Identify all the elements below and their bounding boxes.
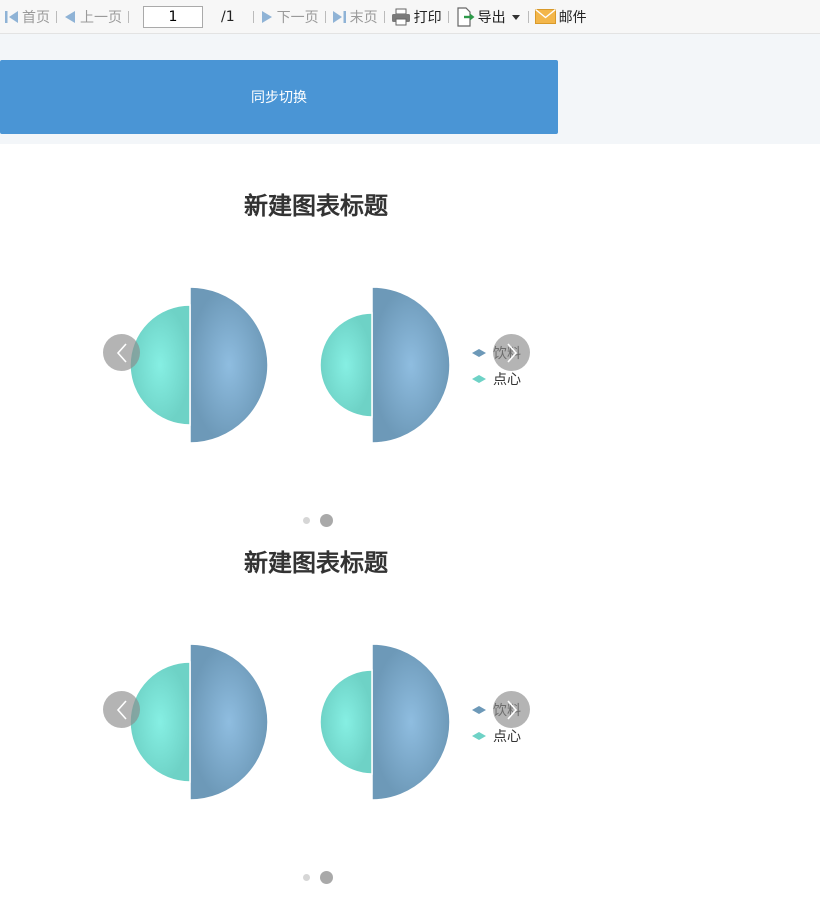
mail-icon <box>534 9 556 24</box>
chevron-left-icon <box>116 699 127 720</box>
prev-page-icon <box>65 10 75 23</box>
export-label: 导出 <box>477 9 506 26</box>
legend-marker <box>472 375 486 383</box>
legend-marker <box>472 706 486 714</box>
export-button[interactable]: 导出 <box>455 0 522 33</box>
carousel-next-button[interactable] <box>493 334 530 371</box>
carousel-pagination <box>303 871 333 884</box>
next-page-label: 下一页 <box>276 9 319 26</box>
toolbar-divider <box>128 10 129 23</box>
export-icon <box>457 6 475 27</box>
legend-marker <box>472 349 486 357</box>
pie-slice-snack[interactable] <box>319 669 373 775</box>
chevron-down-icon <box>511 14 520 20</box>
next-page-button[interactable]: 下一页 <box>260 0 319 33</box>
toolbar-divider <box>324 10 326 23</box>
pie-slice-snack[interactable] <box>129 661 191 783</box>
carousel-prev-button[interactable] <box>103 691 140 728</box>
chevron-right-icon <box>506 342 517 363</box>
pie-slice-snack[interactable] <box>129 304 191 426</box>
last-page-button[interactable]: 末页 <box>332 0 378 33</box>
first-page-icon <box>5 10 18 23</box>
pie-slice-snack[interactable] <box>319 312 373 418</box>
prev-page-button[interactable]: 上一页 <box>63 0 122 33</box>
chevron-right-icon <box>506 699 517 720</box>
report-toolbar: 首页 上一页 /1 下一页 末页 打印 导出 邮件 <box>0 0 820 34</box>
carousel-prev-button[interactable] <box>103 334 140 371</box>
pie-slice-drink[interactable] <box>371 286 451 444</box>
rose-chart <box>129 643 451 801</box>
toolbar-divider <box>527 10 529 23</box>
print-label: 打印 <box>413 9 442 26</box>
pagination-dot-active[interactable] <box>320 871 333 884</box>
first-page-label: 首页 <box>22 9 50 26</box>
pie-slice-drink[interactable] <box>371 643 451 801</box>
pagination-dot[interactable] <box>303 874 310 881</box>
page-number-input[interactable] <box>143 5 203 28</box>
chart-panel: 新建图表标题 饮料 点心 <box>0 543 640 899</box>
carousel-next-button[interactable] <box>493 691 530 728</box>
chart-panel: 新建图表标题 饮料 点心 <box>0 186 640 542</box>
printer-icon <box>391 8 410 25</box>
next-page-icon <box>261 10 272 23</box>
mail-label: 邮件 <box>558 9 587 26</box>
toolbar-divider <box>447 10 449 23</box>
first-page-button[interactable]: 首页 <box>4 0 50 33</box>
sync-switch-button[interactable]: 同步切换 <box>0 60 558 134</box>
carousel-pagination <box>303 514 333 527</box>
mail-button[interactable]: 邮件 <box>534 0 587 33</box>
rose-chart <box>129 286 451 444</box>
toolbar-divider <box>56 10 57 23</box>
last-page-label: 末页 <box>349 9 378 26</box>
print-button[interactable]: 打印 <box>391 0 442 33</box>
chevron-left-icon <box>116 342 127 363</box>
toolbar-divider <box>383 10 385 23</box>
total-pages-label: /1 <box>221 8 235 25</box>
pagination-dot[interactable] <box>303 517 310 524</box>
legend-label: 点心 <box>493 372 521 388</box>
toolbar-divider <box>252 10 254 23</box>
legend-label: 点心 <box>493 729 521 745</box>
last-page-icon <box>332 10 346 23</box>
prev-page-label: 上一页 <box>80 9 122 26</box>
pagination-dot-active[interactable] <box>320 514 333 527</box>
pie-slice-drink[interactable] <box>189 286 269 444</box>
pie-slice-drink[interactable] <box>189 643 269 801</box>
legend-marker <box>472 732 486 740</box>
